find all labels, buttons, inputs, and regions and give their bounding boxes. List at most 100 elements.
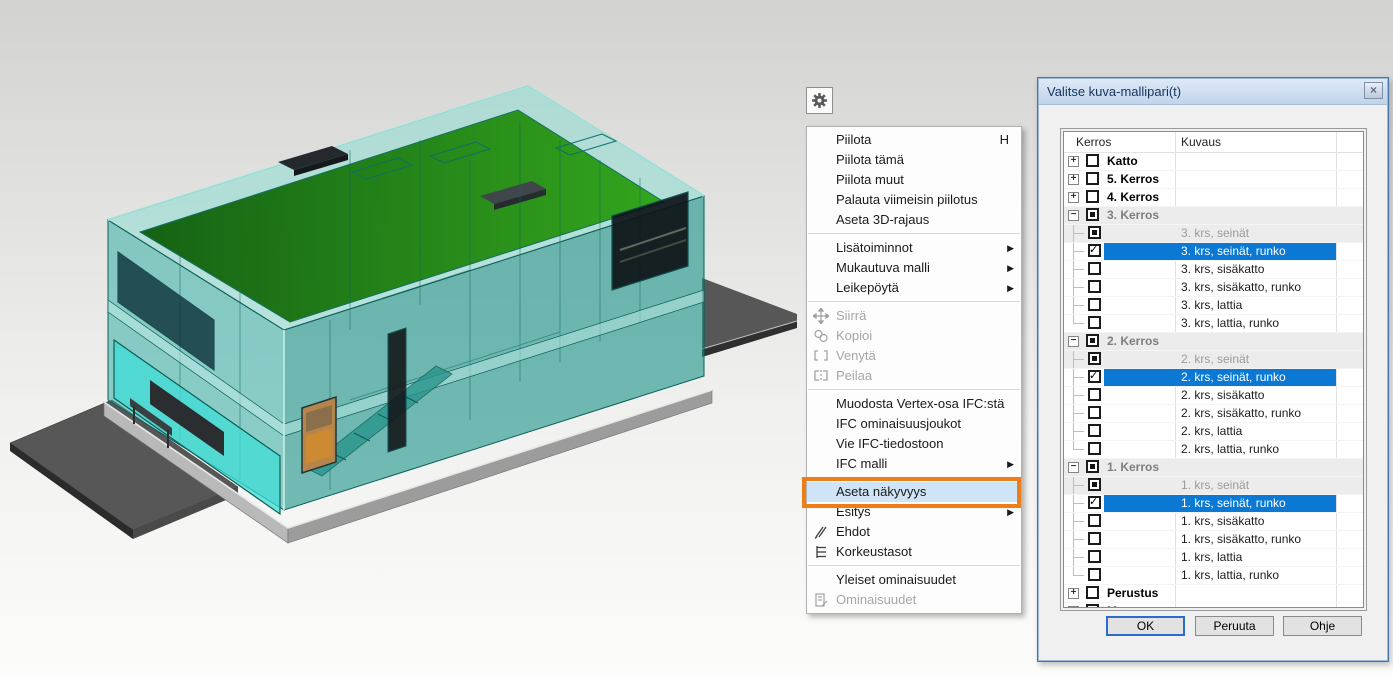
partial-checkbox[interactable]: [1088, 226, 1101, 239]
menu-item-esitys[interactable]: Esitys▶: [807, 502, 1021, 522]
tree-row[interactable]: +5. Kerros: [1064, 171, 1363, 189]
unchecked-checkbox[interactable]: [1086, 586, 1099, 599]
menu-item-ehdot[interactable]: Ehdot: [807, 522, 1021, 542]
menu-item-aseta-3d-rajaus[interactable]: Aseta 3D-rajaus: [807, 210, 1021, 230]
unchecked-checkbox[interactable]: [1088, 532, 1101, 545]
unchecked-checkbox[interactable]: [1086, 154, 1099, 167]
tree-row[interactable]: 1. krs, sisäkatto: [1064, 513, 1363, 531]
menu-item-lisatoiminnot[interactable]: Lisätoiminnot▶: [807, 238, 1021, 258]
tree-row[interactable]: −2. Kerros: [1064, 333, 1363, 351]
collapse-minus-icon[interactable]: −: [1068, 462, 1079, 473]
tree-row[interactable]: 3. krs, seinät: [1064, 225, 1363, 243]
unchecked-checkbox[interactable]: [1088, 388, 1101, 401]
expand-plus-icon[interactable]: +: [1068, 192, 1079, 203]
tree-row[interactable]: 3. krs, lattia: [1064, 297, 1363, 315]
partial-checkbox[interactable]: [1086, 460, 1099, 473]
partial-check-mark: [1092, 482, 1097, 487]
menu-item-leikepoyta[interactable]: Leikepöytä▶: [807, 278, 1021, 298]
unchecked-checkbox[interactable]: [1086, 172, 1099, 185]
menu-item-ifc-ominaisuusjoukot[interactable]: IFC ominaisuusjoukot: [807, 414, 1021, 434]
partial-check-mark: [1090, 212, 1095, 217]
menu-item-ifc-malli[interactable]: IFC malli▶: [807, 454, 1021, 474]
check-mark: ✓: [1089, 368, 1098, 384]
unchecked-checkbox[interactable]: [1088, 568, 1101, 581]
menu-item-label: IFC malli: [836, 454, 887, 474]
tree-row[interactable]: −1. Kerros: [1064, 459, 1363, 477]
3d-model-viewport[interactable]: [0, 0, 830, 640]
tree-row[interactable]: ✓1. krs, seinät, runko: [1064, 495, 1363, 513]
tree-row[interactable]: 1. krs, lattia, runko: [1064, 567, 1363, 585]
tree-row[interactable]: 2. krs, sisäkatto, runko: [1064, 405, 1363, 423]
unchecked-checkbox[interactable]: [1088, 316, 1101, 329]
help-button[interactable]: Ohje: [1283, 616, 1362, 636]
tree-row[interactable]: 3. krs, sisäkatto, runko: [1064, 279, 1363, 297]
tree-row[interactable]: 2. krs, sisäkatto: [1064, 387, 1363, 405]
ok-button[interactable]: OK: [1106, 616, 1185, 636]
unchecked-checkbox[interactable]: [1088, 280, 1101, 293]
close-icon[interactable]: ×: [1364, 82, 1383, 99]
cancel-button[interactable]: Peruuta: [1195, 616, 1274, 636]
tree-row[interactable]: ✓3. krs, seinät, runko: [1064, 243, 1363, 261]
partial-checkbox[interactable]: [1086, 208, 1099, 221]
tree-row[interactable]: 3. krs, sisäkatto: [1064, 261, 1363, 279]
tree-row[interactable]: −3. Kerros: [1064, 207, 1363, 225]
tree-row[interactable]: 2. krs, lattia, runko: [1064, 441, 1363, 459]
levels-icon: [813, 544, 829, 560]
dialog-titlebar[interactable]: Valitse kuva-mallipari(t): [1039, 79, 1387, 105]
settings-gear-button[interactable]: [806, 87, 833, 114]
checked-checkbox[interactable]: ✓: [1088, 244, 1101, 257]
tree-row[interactable]: 2. krs, seinät: [1064, 351, 1363, 369]
tree-row[interactable]: 1. krs, seinät: [1064, 477, 1363, 495]
tree-connector: [1073, 251, 1084, 252]
menu-item-mukautuva-malli[interactable]: Mukautuva malli▶: [807, 258, 1021, 278]
collapse-minus-icon[interactable]: −: [1068, 336, 1079, 347]
menu-item-piilota[interactable]: PiilotaH: [807, 130, 1021, 150]
unchecked-checkbox[interactable]: [1088, 406, 1101, 419]
menu-item-palauta-viimeisin-piilotus[interactable]: Palauta viimeisin piilotus: [807, 190, 1021, 210]
menu-item-yleiset-ominaisuudet[interactable]: Yleiset ominaisuudet: [807, 570, 1021, 590]
tree-row[interactable]: +Perustus: [1064, 585, 1363, 603]
model-pair-description: 1. krs, sisäkatto, runko: [1181, 531, 1301, 547]
menu-item-venyta: Venytä: [807, 346, 1021, 366]
tree-row[interactable]: 2. krs, lattia: [1064, 423, 1363, 441]
menu-item-piilota-tama[interactable]: Piilota tämä: [807, 150, 1021, 170]
collapse-minus-icon[interactable]: −: [1068, 210, 1079, 221]
tree-row[interactable]: +Maasto: [1064, 603, 1363, 608]
tree-row[interactable]: +4. Kerros: [1064, 189, 1363, 207]
tree-connector: [1073, 287, 1084, 288]
model-pair-description: 1. krs, lattia: [1181, 549, 1242, 565]
expand-plus-icon[interactable]: +: [1068, 174, 1079, 185]
unchecked-checkbox[interactable]: [1088, 550, 1101, 563]
unchecked-checkbox[interactable]: [1088, 298, 1101, 311]
menu-item-vie-ifc-tiedostoon[interactable]: Vie IFC-tiedostoon: [807, 434, 1021, 454]
expand-plus-icon[interactable]: +: [1068, 606, 1079, 608]
unchecked-checkbox[interactable]: [1088, 262, 1101, 275]
unchecked-checkbox[interactable]: [1088, 424, 1101, 437]
unchecked-checkbox[interactable]: [1086, 190, 1099, 203]
model-pair-description: 1. krs, sisäkatto: [1181, 513, 1264, 529]
partial-checkbox[interactable]: [1086, 334, 1099, 347]
tree-row[interactable]: 1. krs, lattia: [1064, 549, 1363, 567]
menu-item-aseta-nakyvyys[interactable]: Aseta näkyvyys: [807, 482, 1021, 502]
expand-plus-icon[interactable]: +: [1068, 156, 1079, 167]
menu-item-korkeustasot[interactable]: Korkeustasot: [807, 542, 1021, 562]
checked-checkbox[interactable]: ✓: [1088, 370, 1101, 383]
unchecked-checkbox[interactable]: [1088, 442, 1101, 455]
floor-tree: Kerros Kuvaus +Katto+5. Kerros+4. Kerros…: [1063, 131, 1364, 608]
tree-row[interactable]: 3. krs, lattia, runko: [1064, 315, 1363, 333]
menu-item-label: Piilota: [836, 130, 871, 150]
menu-item-muodosta-vertex-osa-ifcsta[interactable]: Muodosta Vertex-osa IFC:stä: [807, 394, 1021, 414]
unchecked-checkbox[interactable]: [1086, 604, 1099, 608]
expand-plus-icon[interactable]: +: [1068, 588, 1079, 599]
tree-connector: [1073, 521, 1084, 522]
menu-item-label: Peilaa: [836, 366, 872, 386]
partial-checkbox[interactable]: [1088, 352, 1101, 365]
checked-checkbox[interactable]: ✓: [1088, 496, 1101, 509]
tree-row[interactable]: 1. krs, sisäkatto, runko: [1064, 531, 1363, 549]
tree-row[interactable]: +Katto: [1064, 153, 1363, 171]
unchecked-checkbox[interactable]: [1088, 514, 1101, 527]
tree-row[interactable]: ✓ 2. krs, seinät, runko: [1064, 369, 1363, 387]
menu-item-piilota-muut[interactable]: Piilota muut: [807, 170, 1021, 190]
partial-checkbox[interactable]: [1088, 478, 1101, 491]
model-pair-description: 2. krs, seinät, runko: [1181, 369, 1286, 385]
